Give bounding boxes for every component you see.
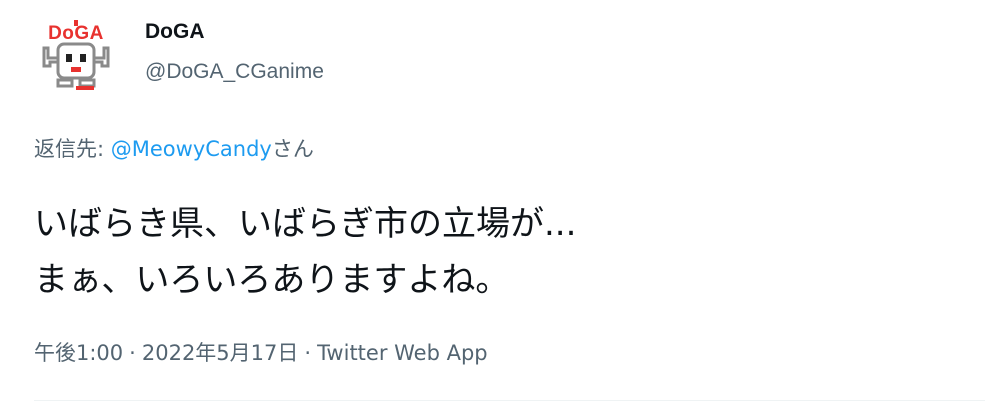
user-handle[interactable]: @DoGA_CGanime bbox=[145, 58, 324, 86]
reply-mention-link[interactable]: @MeowyCandy bbox=[111, 137, 272, 161]
avatar-logo-text: DoGA bbox=[48, 23, 104, 44]
avatar[interactable]: DoGA bbox=[34, 18, 118, 102]
meta-separator: · bbox=[304, 341, 312, 365]
meta-separator: · bbox=[129, 341, 136, 365]
tweet-meta: 午後1:00 · 2022年5月17日 · Twitter Web App bbox=[34, 338, 488, 368]
display-name[interactable]: DoGA bbox=[145, 18, 324, 46]
reply-suffix: さん bbox=[271, 137, 314, 161]
tweet-date-link[interactable]: 2022年5月17日 bbox=[142, 341, 299, 365]
tweet-text-line: いばらき県、いばらぎ市の立場が... bbox=[34, 204, 577, 244]
reply-to: 返信先: @MeowyCandyさん bbox=[34, 134, 314, 164]
tweet-text-line: まぁ、いろいろありますよね。 bbox=[34, 260, 510, 300]
user-info: DoGA @DoGA_CGanime bbox=[145, 18, 324, 86]
tweet: DoGA DoGA @DoGA_CGanime 返信先: @MeowyCandy… bbox=[0, 0, 985, 416]
tweet-text: いばらき県、いばらぎ市の立場が... まぁ、いろいろありますよね。 bbox=[34, 196, 964, 308]
tweet-source-link[interactable]: Twitter Web App bbox=[317, 341, 488, 365]
divider bbox=[34, 400, 985, 401]
doga-robot-logo-icon: DoGA bbox=[34, 18, 118, 102]
tweet-time-link[interactable]: 午後1:00 bbox=[34, 341, 123, 365]
reply-prefix: 返信先: bbox=[34, 137, 111, 161]
